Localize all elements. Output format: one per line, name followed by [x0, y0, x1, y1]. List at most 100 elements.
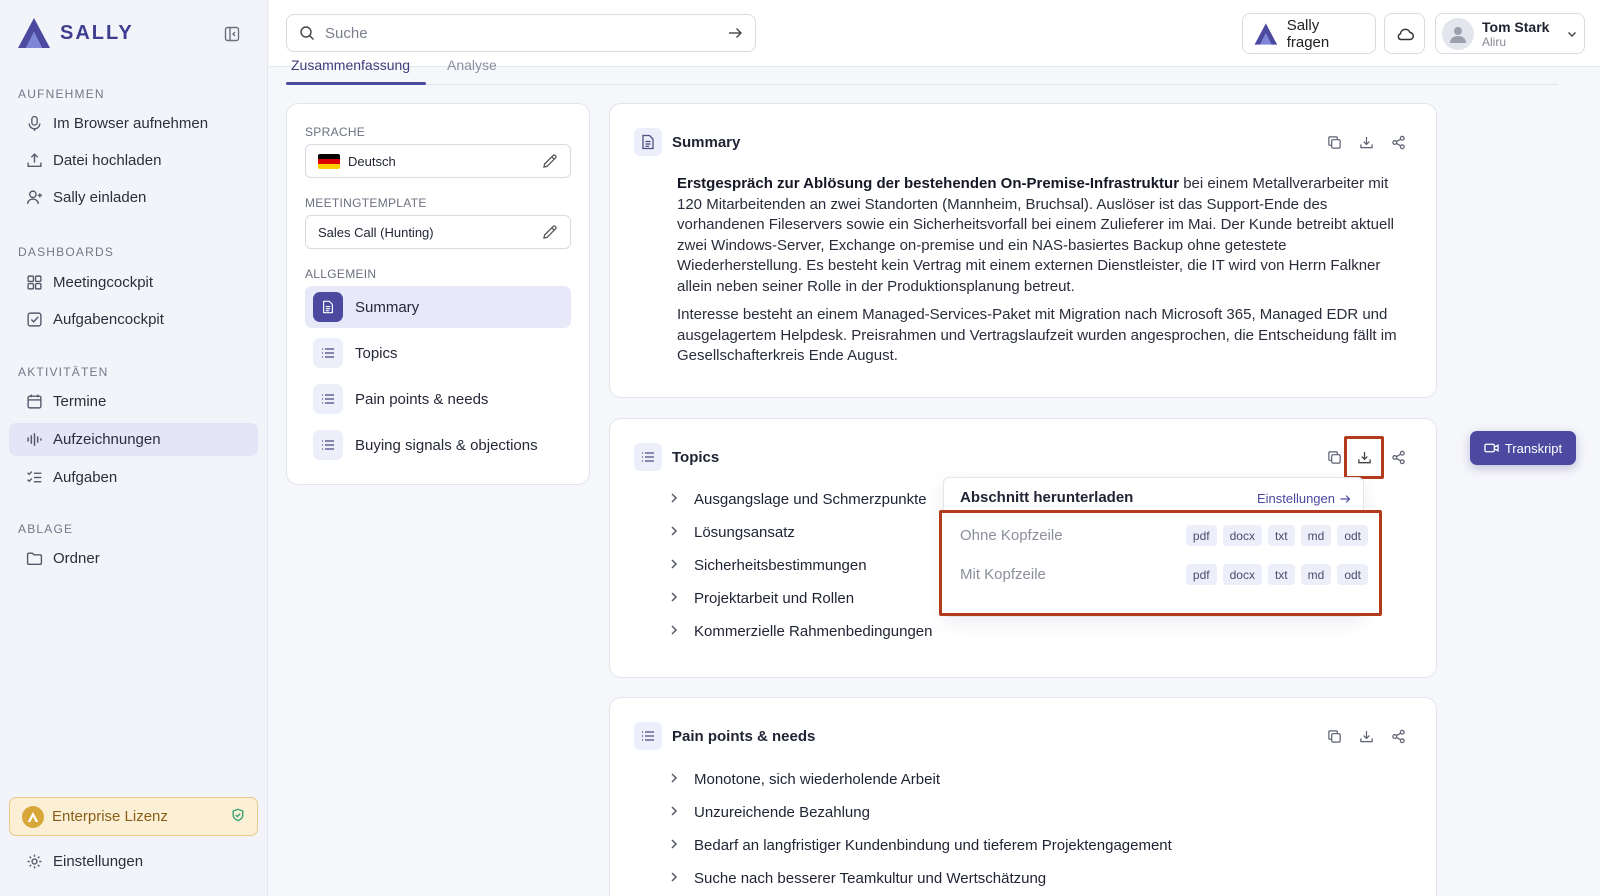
sidebar-item-upload[interactable]: Datei hochladen [9, 144, 258, 177]
summary-card: Summary Erstgespräch zur Ablösung der be… [609, 103, 1437, 398]
pain-point-list: Monotone, sich wiederholende Arbeit Unzu… [670, 763, 1172, 895]
sidebar-item-aufgabencockpit[interactable]: Aufgabencockpit [9, 303, 258, 336]
sally-logo-icon [18, 18, 50, 48]
sidebar-item-ordner[interactable]: Ordner [9, 542, 258, 575]
list-icon [634, 443, 662, 471]
chevron-right-icon [670, 771, 680, 788]
sidebar-item-label: Meetingcockpit [53, 274, 154, 291]
tab-analyse[interactable]: Analyse [447, 57, 497, 73]
format-chip-docx[interactable]: docx [1222, 564, 1262, 585]
list-item-label: Suche nach besserer Teamkultur und Werts… [694, 870, 1047, 887]
section-item-buying-signals[interactable]: Buying signals & objections [305, 424, 571, 466]
download-settings-link[interactable]: Einstellungen [1257, 491, 1351, 506]
format-chip-odt[interactable]: odt [1337, 564, 1368, 585]
list-item[interactable]: Ausgangslage und Schmerzpunkte [670, 483, 932, 516]
cloud-button[interactable] [1384, 13, 1425, 54]
format-chip-md[interactable]: md [1300, 525, 1332, 546]
list-item[interactable]: Projektarbeit und Rollen [670, 582, 932, 615]
card-header: Summary [634, 128, 740, 156]
chevron-right-icon [670, 623, 680, 640]
sidebar-item-label: Im Browser aufnehmen [53, 115, 209, 132]
cloud-icon [1397, 28, 1414, 40]
format-chip-txt[interactable]: txt [1267, 564, 1295, 585]
sidebar-item-label: Einstellungen [53, 853, 144, 870]
sidebar-item-termine[interactable]: Termine [9, 385, 258, 418]
format-chip-txt[interactable]: txt [1267, 525, 1295, 546]
copy-icon[interactable] [1326, 728, 1342, 744]
summary-body: bei einem Metallverarbeiter mit 120 Mita… [677, 175, 1395, 295]
pencil-icon[interactable] [542, 153, 558, 169]
active-tab-indicator [286, 82, 426, 85]
ask-sally-button[interactable]: Sally fragen [1242, 13, 1376, 54]
list-item[interactable]: Kommerzielle Rahmenbedingungen [670, 615, 932, 648]
format-chip-md[interactable]: md [1300, 564, 1332, 585]
user-name: Tom Stark [1482, 18, 1550, 35]
sidebar-item-meetingcockpit[interactable]: Meetingcockpit [9, 266, 258, 299]
sidebar-item-browser-record[interactable]: Im Browser aufnehmen [9, 107, 258, 140]
folder-icon [26, 552, 43, 566]
sally-logo[interactable]: SALLY [16, 16, 134, 50]
download-icon[interactable] [1358, 728, 1374, 744]
download-icon[interactable] [1358, 134, 1374, 150]
copy-icon[interactable] [1326, 134, 1342, 150]
tab-zusammenfassung[interactable]: Zusammenfassung [291, 57, 410, 73]
collapse-sidebar-icon[interactable] [222, 24, 242, 44]
language-field[interactable]: Deutsch [305, 144, 571, 178]
list-item-label: Kommerzielle Rahmenbedingungen [694, 623, 933, 640]
list-item[interactable]: Sicherheitsbestimmungen [670, 549, 932, 582]
section-item-pain-points[interactable]: Pain points & needs [305, 378, 571, 420]
arrow-right-icon[interactable] [727, 25, 743, 41]
section-item-topics[interactable]: Topics [305, 332, 571, 374]
template-value: Sales Call (Hunting) [318, 224, 434, 240]
search-box[interactable] [286, 14, 756, 52]
license-badge[interactable]: Enterprise Lizenz [9, 797, 258, 836]
calendar-icon [27, 394, 42, 409]
section-item-summary[interactable]: Summary [305, 286, 571, 328]
document-icon [634, 128, 662, 156]
license-coin-icon [22, 805, 44, 828]
share-icon[interactable] [1390, 449, 1406, 465]
format-chip-docx[interactable]: docx [1222, 525, 1262, 546]
list-icon [313, 338, 343, 368]
format-chip-odt[interactable]: odt [1337, 525, 1368, 546]
sidebar-item-label: Sally einladen [53, 189, 147, 206]
card-title: Pain points & needs [672, 727, 816, 745]
format-chip-pdf[interactable]: pdf [1185, 564, 1217, 585]
download-options: Ohne Kopfzeile pdf docx txt md odt Mit K… [939, 510, 1382, 616]
sally-icon [1254, 22, 1278, 45]
list-item-label: Bedarf an langfristiger Kundenbindung un… [694, 837, 1172, 854]
sidebar-item-aufzeichnungen[interactable]: Aufzeichnungen [9, 423, 258, 456]
topics-download-button[interactable] [1344, 436, 1384, 479]
sidebar-item-aufgaben[interactable]: Aufgaben [9, 461, 258, 494]
section-label-aufnehmen: AUFNEHMEN [18, 87, 105, 101]
pencil-icon[interactable] [542, 224, 558, 240]
search-input[interactable] [325, 24, 717, 42]
list-item[interactable]: Lösungsansatz [670, 516, 932, 549]
list-item[interactable]: Bedarf an langfristiger Kundenbindung un… [670, 829, 1172, 862]
section-label-dashboards: DASHBOARDS [18, 245, 115, 259]
list-item[interactable]: Monotone, sich wiederholende Arbeit [670, 763, 1172, 796]
copy-icon[interactable] [1326, 449, 1342, 465]
user-menu[interactable]: Tom Stark Aliru [1435, 13, 1585, 54]
share-icon[interactable] [1390, 728, 1406, 744]
sidebar-item-einstellungen[interactable]: Einstellungen [9, 845, 258, 878]
document-icon [313, 292, 343, 322]
transcript-button[interactable]: Transkript [1470, 431, 1576, 465]
section-item-label: Topics [355, 344, 398, 362]
format-chip-pdf[interactable]: pdf [1185, 525, 1217, 546]
download-row-label: Mit Kopfzeile [960, 566, 1046, 583]
transcript-label: Transkript [1504, 440, 1563, 456]
download-settings-label: Einstellungen [1256, 491, 1335, 506]
chevron-right-icon [670, 491, 680, 508]
list-item[interactable]: Unzureichende Bezahlung [670, 796, 1172, 829]
list-item[interactable]: Suche nach besserer Teamkultur und Werts… [670, 862, 1172, 895]
settings-panel: SPRACHE Deutsch MEETINGTEMPLATE Sales Ca… [286, 103, 590, 485]
tabs-divider [286, 84, 1558, 85]
sidebar-item-label: Ordner [53, 550, 100, 567]
format-chips: pdf docx txt md odt [1185, 525, 1368, 546]
download-row-no-header: Ohne Kopfzeile pdf docx txt md odt [960, 525, 1368, 546]
list-item-label: Projektarbeit und Rollen [694, 590, 855, 607]
share-icon[interactable] [1390, 134, 1406, 150]
template-field[interactable]: Sales Call (Hunting) [305, 215, 571, 249]
sidebar-item-invite[interactable]: Sally einladen [9, 181, 258, 214]
